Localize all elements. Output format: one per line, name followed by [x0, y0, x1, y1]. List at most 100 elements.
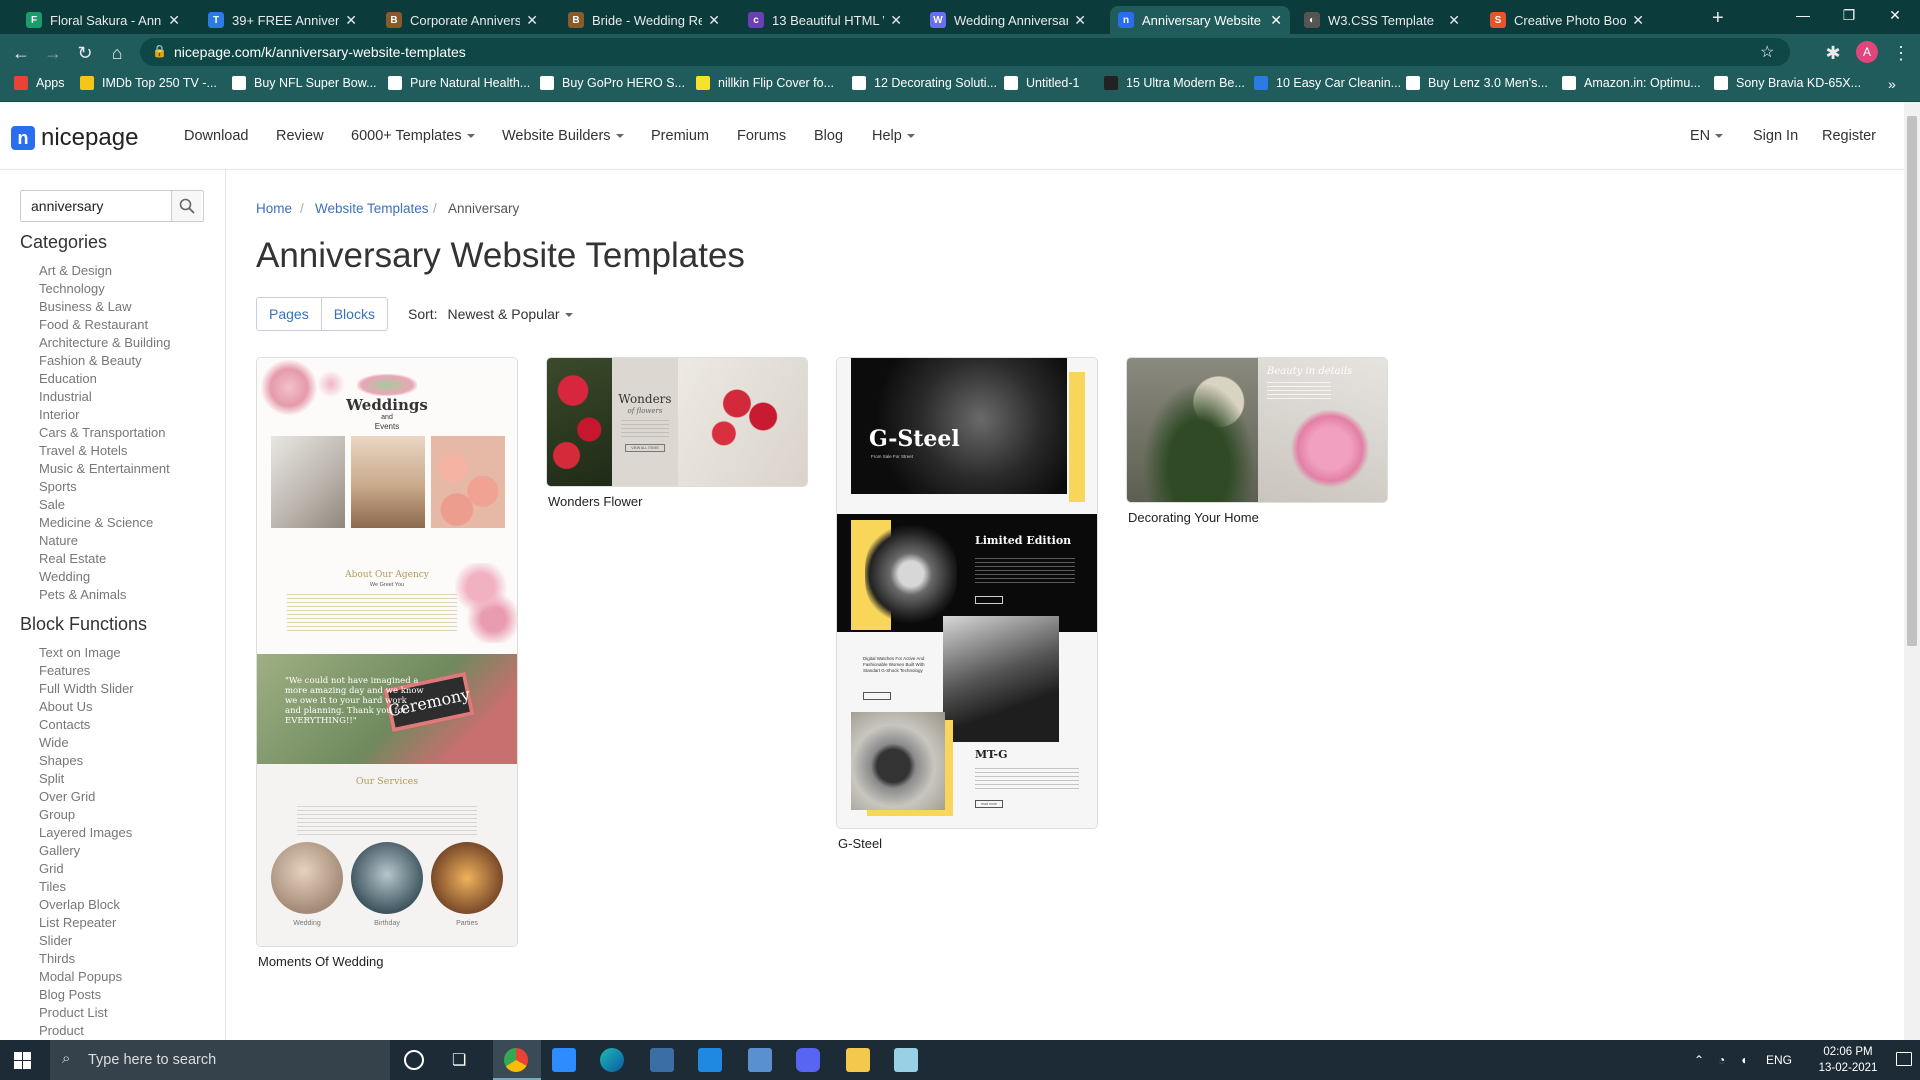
- block-function-link-group[interactable]: Group: [39, 807, 75, 822]
- extensions-icon[interactable]: ✱: [1822, 42, 1844, 64]
- nav-blog[interactable]: Blog: [814, 128, 843, 144]
- template-name[interactable]: Wonders Flower: [548, 494, 642, 509]
- category-link-nature[interactable]: Nature: [39, 533, 78, 548]
- browser-tab-13-beautiful-html-wedding[interactable]: c 13 Beautiful HTML Wedding ✕: [740, 6, 910, 34]
- close-tab-icon[interactable]: ✕: [890, 12, 902, 29]
- page-scrollbar[interactable]: [1904, 102, 1920, 1040]
- volume-icon[interactable]: ◖: [1740, 1053, 1747, 1067]
- close-tab-icon[interactable]: ✕: [526, 12, 538, 29]
- language-selector[interactable]: EN: [1690, 128, 1724, 144]
- bookmark-untitled-1[interactable]: Untitled-1: [1004, 76, 1080, 90]
- breadcrumb-home[interactable]: Home: [256, 201, 292, 216]
- category-link-food-and-restaurant[interactable]: Food & Restaurant: [39, 317, 148, 332]
- sort-dropdown[interactable]: Sort: Newest & Popular: [408, 306, 573, 322]
- template-card-g-steel[interactable]: G-Steel From Sale For Street Limited Edi…: [836, 357, 1098, 829]
- system-clock[interactable]: 02:06 PM 13-02-2021: [1810, 1044, 1886, 1076]
- bookmark-15-ultra-modern-be[interactable]: 15 Ultra Modern Be...: [1104, 76, 1245, 90]
- browser-tab-creative-photo-book-template[interactable]: S Creative Photo Book Template ✕: [1482, 6, 1652, 34]
- category-link-travel-and-hotels[interactable]: Travel & Hotels: [39, 443, 127, 458]
- browser-menu-icon[interactable]: ⋮: [1890, 42, 1912, 64]
- search-button[interactable]: [171, 191, 201, 221]
- taskbar-search[interactable]: ⌕ Type here to search: [50, 1040, 390, 1080]
- block-function-link-modal-popups[interactable]: Modal Popups: [39, 969, 122, 984]
- block-function-link-list-repeater[interactable]: List Repeater: [39, 915, 116, 930]
- edge-icon[interactable]: [600, 1048, 624, 1072]
- wifi-icon[interactable]: ◔: [1718, 1053, 1725, 1067]
- close-tab-icon[interactable]: ✕: [1632, 12, 1644, 29]
- block-function-link-contacts[interactable]: Contacts: [39, 717, 90, 732]
- bookmark-buy-lenz-3-0-men-s[interactable]: Buy Lenz 3.0 Men's...: [1406, 76, 1548, 90]
- cortana-icon[interactable]: [404, 1050, 424, 1070]
- block-function-link-text-on-image[interactable]: Text on Image: [39, 645, 121, 660]
- back-icon[interactable]: ←: [10, 42, 32, 64]
- category-link-cars-and-transportation[interactable]: Cars & Transportation: [39, 425, 165, 440]
- category-link-sale[interactable]: Sale: [39, 497, 65, 512]
- browser-tab-wedding-anniversary-website[interactable]: W Wedding Anniversary Website ✕: [922, 6, 1094, 34]
- nav-help[interactable]: Help: [872, 128, 915, 144]
- block-function-link-grid[interactable]: Grid: [39, 861, 64, 876]
- new-tab-button[interactable]: +: [1704, 4, 1732, 32]
- block-function-link-full-width-slider[interactable]: Full Width Slider: [39, 681, 134, 696]
- bookmark-buy-nfl-super-bow[interactable]: Buy NFL Super Bow...: [232, 76, 377, 90]
- category-link-medicine-and-science[interactable]: Medicine & Science: [39, 515, 153, 530]
- category-link-technology[interactable]: Technology: [39, 281, 105, 296]
- bookmark-apps[interactable]: Apps: [14, 76, 65, 90]
- nav-templates[interactable]: 6000+ Templates: [351, 128, 475, 144]
- block-function-link-blog-posts[interactable]: Blog Posts: [39, 987, 101, 1002]
- category-link-pets-and-animals[interactable]: Pets & Animals: [39, 587, 126, 602]
- chevron-up-icon[interactable]: ⌃: [1694, 1053, 1704, 1067]
- home-icon[interactable]: ⌂: [106, 42, 128, 64]
- blocks-tab[interactable]: Blocks: [320, 298, 387, 330]
- bookmark-nillkin-flip-cover-fo[interactable]: nillkin Flip Cover fo...: [696, 76, 834, 90]
- bookmark-pure-natural-health[interactable]: Pure Natural Health...: [388, 76, 530, 90]
- nav-forums[interactable]: Forums: [737, 128, 786, 144]
- maximize-button[interactable]: ❐: [1826, 0, 1872, 30]
- category-link-interior[interactable]: Interior: [39, 407, 79, 422]
- template-card-decorating-your-home[interactable]: Beauty in details: [1126, 357, 1388, 503]
- close-tab-icon[interactable]: ✕: [168, 12, 180, 29]
- close-tab-icon[interactable]: ✕: [345, 12, 357, 29]
- block-function-link-slider[interactable]: Slider: [39, 933, 72, 948]
- nav-website-builders[interactable]: Website Builders: [502, 128, 624, 144]
- browser-tab-bride-wedding-responsive[interactable]: B Bride - Wedding Responsive ✕: [560, 6, 728, 34]
- reload-icon[interactable]: ↻: [74, 42, 96, 64]
- block-function-link-gallery[interactable]: Gallery: [39, 843, 80, 858]
- block-function-link-wide[interactable]: Wide: [39, 735, 69, 750]
- category-link-business-and-law[interactable]: Business & Law: [39, 299, 132, 314]
- block-function-link-over-grid[interactable]: Over Grid: [39, 789, 95, 804]
- category-link-sports[interactable]: Sports: [39, 479, 77, 494]
- register-link[interactable]: Register: [1822, 128, 1876, 144]
- category-link-real-estate[interactable]: Real Estate: [39, 551, 106, 566]
- notepad-icon[interactable]: [894, 1048, 918, 1072]
- close-tab-icon[interactable]: ✕: [1270, 12, 1282, 29]
- close-tab-icon[interactable]: ✕: [1448, 12, 1460, 29]
- bookmark-imdb-top-250-tv[interactable]: IMDb Top 250 TV -...: [80, 76, 217, 90]
- category-link-industrial[interactable]: Industrial: [39, 389, 92, 404]
- scrollbar-thumb[interactable]: [1907, 116, 1917, 646]
- minimize-button[interactable]: —: [1780, 0, 1826, 30]
- store-icon[interactable]: [650, 1048, 674, 1072]
- mail-icon[interactable]: [698, 1048, 722, 1072]
- template-name[interactable]: G-Steel: [838, 836, 882, 851]
- breadcrumb-website-templates[interactable]: Website Templates: [315, 201, 429, 216]
- category-link-fashion-and-beauty[interactable]: Fashion & Beauty: [39, 353, 142, 368]
- block-function-link-product[interactable]: Product: [39, 1023, 84, 1038]
- bookmark-sony-bravia-kd-65x[interactable]: Sony Bravia KD-65X...: [1714, 76, 1861, 90]
- browser-tab-anniversary-website-templates[interactable]: n Anniversary Website Templates ✕: [1110, 6, 1290, 34]
- block-function-link-overlap-block[interactable]: Overlap Block: [39, 897, 120, 912]
- block-function-link-shapes[interactable]: Shapes: [39, 753, 83, 768]
- windows-start-icon[interactable]: [14, 1052, 31, 1069]
- discord-icon[interactable]: [796, 1048, 820, 1072]
- block-function-link-split[interactable]: Split: [39, 771, 64, 786]
- category-link-wedding[interactable]: Wedding: [39, 569, 90, 584]
- chrome-icon[interactable]: [504, 1048, 528, 1072]
- nav-download[interactable]: Download: [184, 128, 249, 144]
- bookmark-buy-gopro-hero-s[interactable]: Buy GoPro HERO S...: [540, 76, 685, 90]
- browser-tab-corporate-anniversary[interactable]: B Corporate Anniversary ✕: [378, 6, 546, 34]
- bookmark-amazon-in-optimu[interactable]: Amazon.in: Optimu...: [1562, 76, 1701, 90]
- template-name[interactable]: Moments Of Wedding: [258, 954, 383, 969]
- address-bar[interactable]: 🔒 nicepage.com/k/anniversary-website-tem…: [140, 38, 1790, 66]
- search-input[interactable]: [21, 191, 171, 221]
- nicepage-logo[interactable]: n nicepage: [11, 124, 138, 152]
- sign-in-link[interactable]: Sign In: [1753, 128, 1798, 144]
